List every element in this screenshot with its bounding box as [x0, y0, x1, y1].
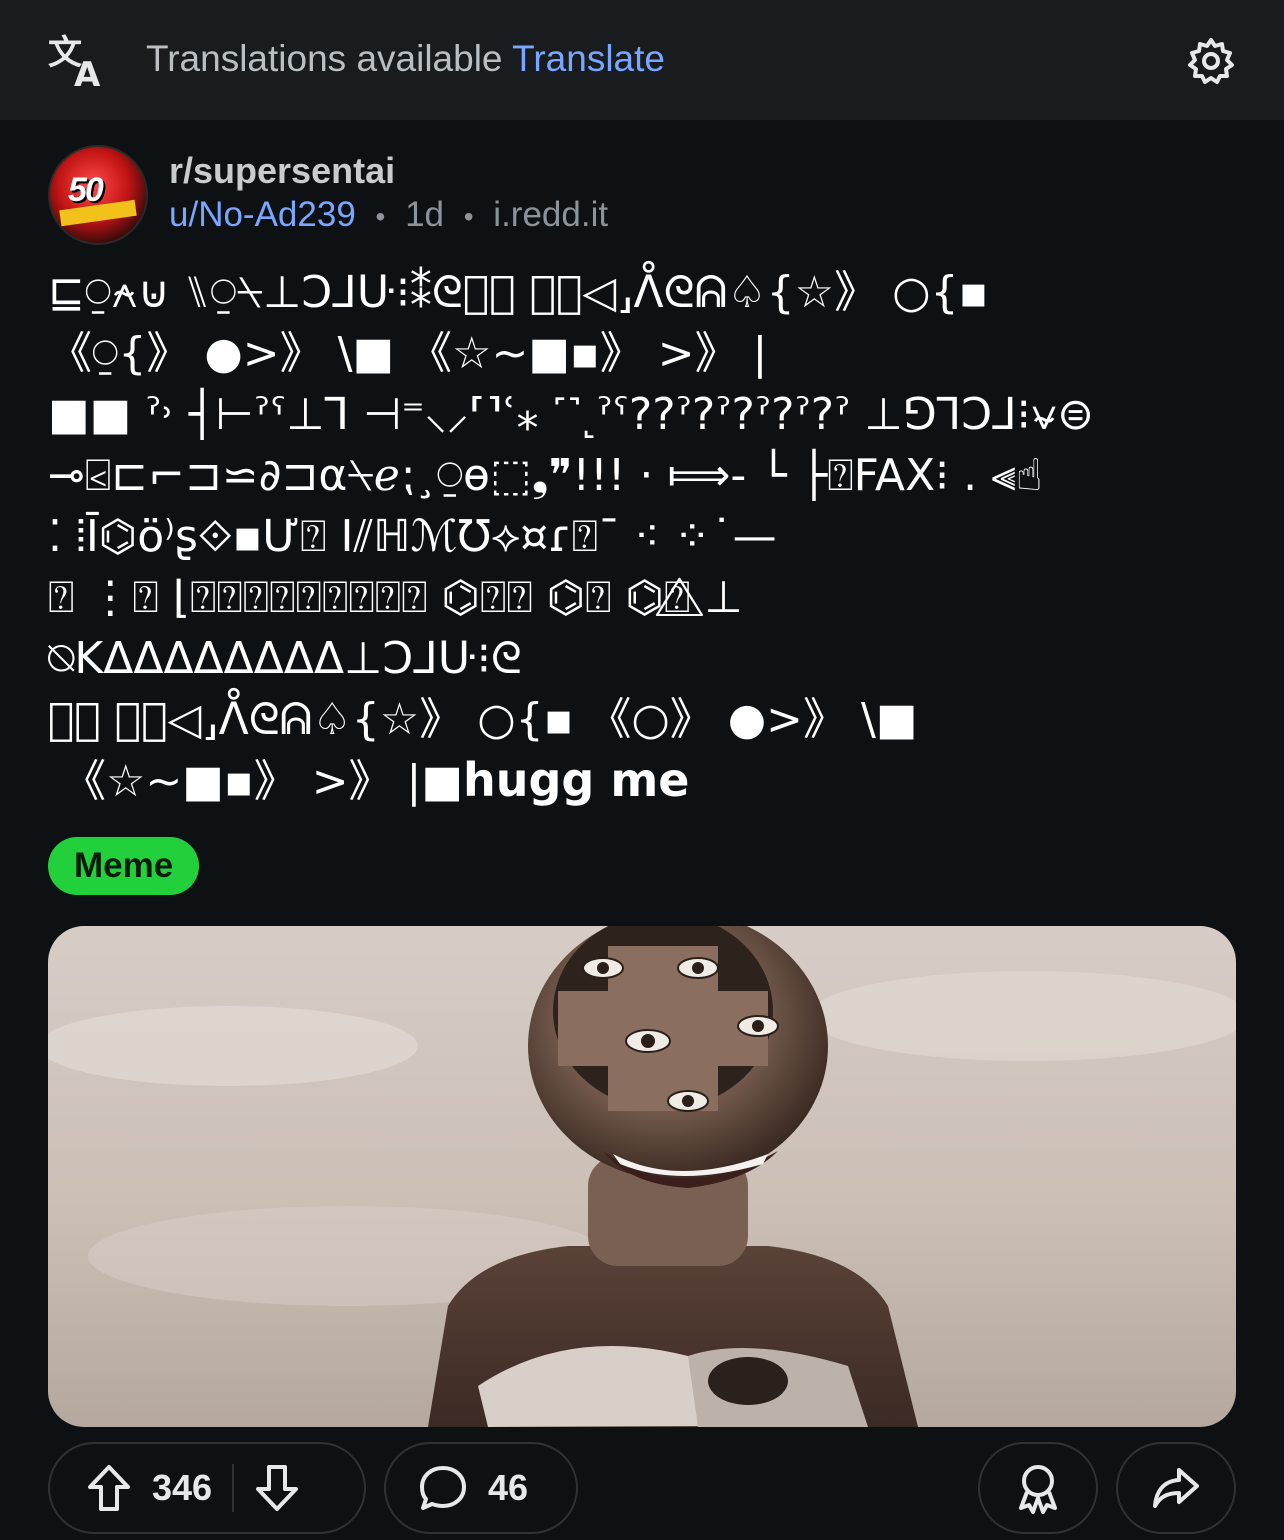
- translation-notice: Translations available Translate: [146, 38, 665, 80]
- subreddit-avatar[interactable]: 50: [48, 145, 148, 245]
- svg-text:A: A: [74, 55, 101, 90]
- post-age: 1d: [405, 195, 445, 234]
- subreddit-name[interactable]: r/supersentai: [169, 150, 395, 192]
- title-text: hugg me: [462, 753, 690, 807]
- award-button[interactable]: [978, 1442, 1098, 1534]
- post-meta: u/No-Ad239 • 1d • i.redd.it: [169, 195, 608, 235]
- author-link[interactable]: u/No-Ad239: [169, 195, 356, 234]
- upvote-arrow-icon[interactable]: [86, 1463, 132, 1513]
- downvote-arrow-icon[interactable]: [254, 1463, 300, 1513]
- translation-text: Translations available: [146, 38, 503, 79]
- flair-badge[interactable]: Meme: [48, 837, 200, 895]
- vote-divider: [232, 1464, 235, 1512]
- post-image[interactable]: [48, 926, 1236, 1427]
- comment-count: 46: [488, 1467, 529, 1508]
- translation-bar: 文 A Translations available Translate: [0, 0, 1284, 120]
- translate-icon: 文 A: [48, 33, 101, 90]
- meta-separator: •: [375, 201, 386, 232]
- meme-photo: [48, 926, 1236, 1427]
- comments-button[interactable]: 46: [384, 1442, 578, 1534]
- meta-separator: •: [463, 201, 474, 232]
- gear-icon[interactable]: [1186, 36, 1236, 86]
- title-glyphs: ⊑⍜⍲⊍ ⑊⍜⍀⊥Ͻ⅃ᑘ⁝⁑ᘓ༄⃝ ⍰⃠◁⸥ᐰᘓᕱ♤{☆》 ○{▪ 《⍜{》 ●…: [48, 267, 1095, 807]
- translate-link[interactable]: Translate: [512, 38, 665, 79]
- upvote-count: 346: [152, 1467, 213, 1508]
- award-icon: [1019, 1465, 1057, 1514]
- vote-bar: 346: [48, 1442, 366, 1534]
- comment-bubble-icon: [420, 1466, 466, 1510]
- post-title[interactable]: ⊑⍜⍲⊍ ⑊⍜⍀⊥Ͻ⅃ᑘ⁝⁑ᘓ༄⃝ ⍰⃠◁⸥ᐰᘓᕱ♤{☆》 ○{▪ 《⍜{》 ●…: [48, 262, 1238, 812]
- share-button[interactable]: [1116, 1442, 1236, 1534]
- share-arrow-icon: [1153, 1468, 1199, 1508]
- post-domain[interactable]: i.redd.it: [493, 195, 608, 234]
